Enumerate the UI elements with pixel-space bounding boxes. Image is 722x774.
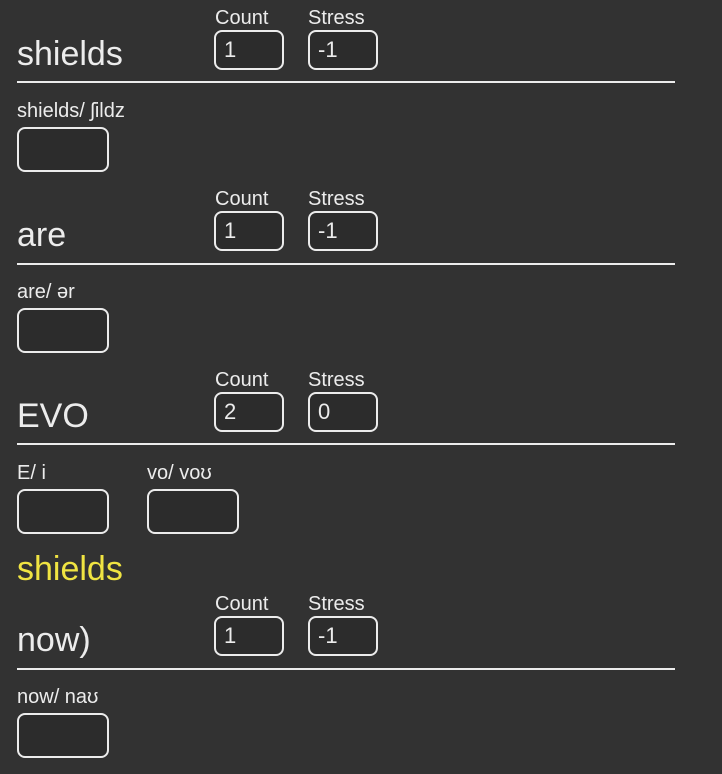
count-label: Count — [215, 593, 269, 615]
stress-input[interactable]: 0 — [308, 392, 378, 432]
divider — [17, 443, 675, 445]
divider — [17, 263, 675, 265]
syllable-label: now/ naʊ — [17, 686, 99, 708]
syllable-label: shields/ ʃildz — [17, 100, 125, 122]
syllable-label: E/ i — [17, 462, 46, 484]
syllable-input[interactable] — [147, 489, 239, 534]
stress-label: Stress — [308, 593, 365, 615]
syllable-label: vo/ voʊ — [147, 462, 212, 484]
word-syllable-editor: shields Count 1 Stress -1 shields/ ʃildz… — [0, 0, 722, 774]
count-input[interactable]: 1 — [214, 30, 284, 70]
syllable-input[interactable] — [17, 308, 109, 353]
divider — [17, 668, 675, 670]
divider — [17, 81, 675, 83]
highlighted-word: shields — [17, 550, 123, 588]
stress-input[interactable]: -1 — [308, 30, 378, 70]
stress-label: Stress — [308, 7, 365, 29]
count-label: Count — [215, 7, 269, 29]
count-input[interactable]: 1 — [214, 211, 284, 251]
syllable-label: are/ ər — [17, 281, 75, 303]
stress-label: Stress — [308, 369, 365, 391]
count-label: Count — [215, 188, 269, 210]
stress-label: Stress — [308, 188, 365, 210]
stress-input[interactable]: -1 — [308, 211, 378, 251]
syllable-input[interactable] — [17, 489, 109, 534]
word-label: are — [17, 216, 67, 254]
count-input[interactable]: 2 — [214, 392, 284, 432]
syllable-input[interactable] — [17, 713, 109, 758]
word-label: now) — [17, 621, 91, 659]
count-input[interactable]: 1 — [214, 616, 284, 656]
stress-input[interactable]: -1 — [308, 616, 378, 656]
syllable-input[interactable] — [17, 127, 109, 172]
word-label: EVO — [17, 397, 89, 435]
count-label: Count — [215, 369, 269, 391]
word-label: shields — [17, 35, 123, 73]
